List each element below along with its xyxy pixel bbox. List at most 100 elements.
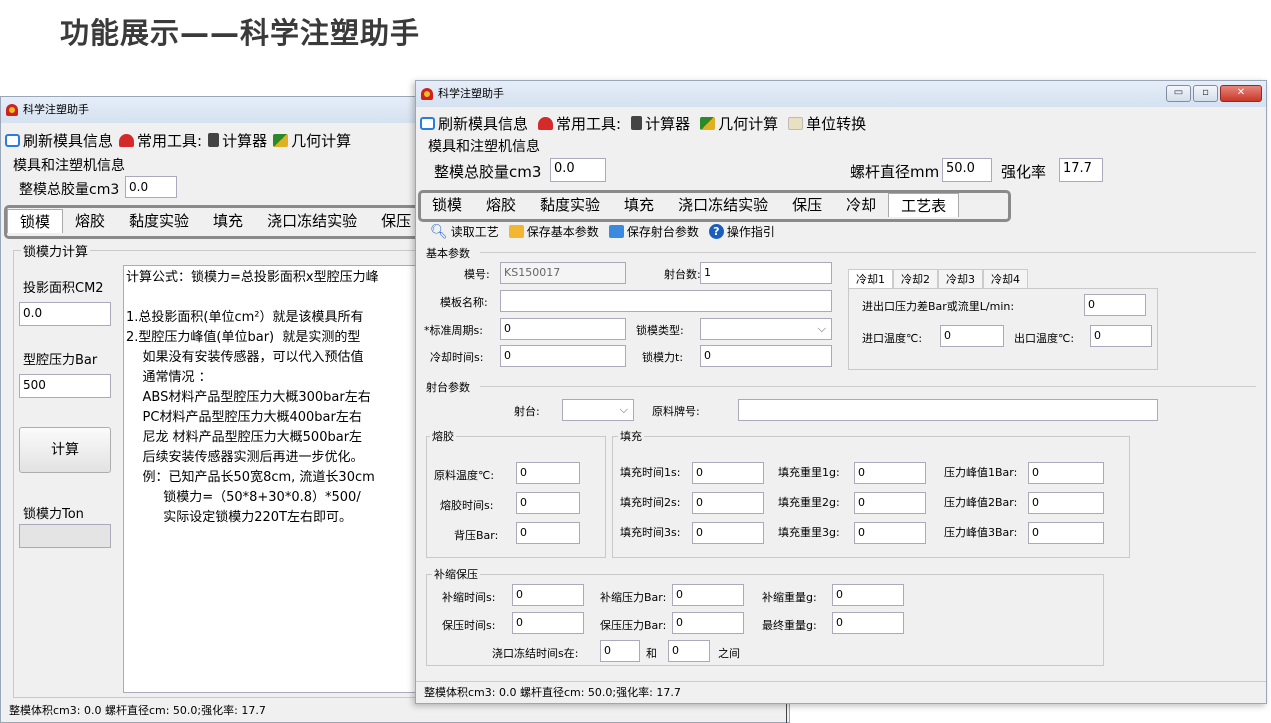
clamp-type-select[interactable] [700,318,832,340]
fill-time-input[interactable]: 0 [692,492,764,514]
fill-peak-input[interactable]: 0 [1028,522,1104,544]
formula-line: 实际设定锁模力220T左右即可。 [126,510,352,525]
folder-icon [508,225,524,238]
cooling-subtabs: 冷却1 冷却2 冷却3 冷却4 [848,269,1028,289]
out-temp-label: 出口温度℃: [1014,332,1075,345]
gate-between-label: 之间 [718,647,740,660]
cool-tab-2[interactable]: 冷却2 [893,269,938,289]
final-weight-input[interactable]: 0 [832,612,904,634]
cool-tab-1[interactable]: 冷却1 [848,269,893,289]
shots-input[interactable]: 1 [700,262,832,284]
fill-weight-input[interactable]: 0 [854,522,926,544]
refresh-menu[interactable]: 刷新模具信息 [420,113,528,134]
back-pressure-input[interactable]: 0 [516,522,580,544]
hold-time-input[interactable]: 0 [512,612,584,634]
fill-weight-input[interactable]: 0 [854,492,926,514]
shot-select[interactable] [562,399,634,421]
tool-icon [119,133,135,147]
calc-menu[interactable]: 计算器 [631,113,690,134]
guide-button[interactable]: ? 操作指引 [708,223,775,240]
formula-line: 后续安装传感器实测后再进一步优化。 [126,450,364,465]
melt-time-input[interactable]: 0 [516,492,580,514]
save-basic-button[interactable]: 保存基本参数 [508,223,599,240]
hold-title: 补缩保压 [432,566,480,582]
back-refresh-menu[interactable]: 刷新模具信息 [5,130,113,151]
back-tools-menu[interactable]: 常用工具: [119,130,202,151]
help-icon: ? [708,224,724,239]
front-window-title: 科学注塑助手 [438,87,504,100]
formula-line: 锁模力=（50*8+30*0.8）*500/ [126,490,361,505]
feed-time-input[interactable]: 0 [512,584,584,606]
formula-text: 计算公式：锁模力=总投影面积x型腔压力峰 1.总投影面积(单位cm²）就是该模具所… [123,265,419,693]
fill-peak-input[interactable]: 0 [1028,492,1104,514]
clamp-force-output [19,524,111,548]
material-input[interactable] [738,399,1158,421]
fill-time-input[interactable]: 0 [692,462,764,484]
clamp-force-label-front: 锁模力t: [642,351,684,364]
feed-pressure-input[interactable]: 0 [672,584,744,606]
out-temp-input[interactable]: 0 [1090,325,1152,347]
app-icon [6,104,18,116]
fill-time-label: 填充时间3s: [620,526,681,539]
back-calc-menu[interactable]: 计算器 [208,130,267,151]
read-process-button[interactable]: 🔍︎ 读取工艺 [430,223,499,240]
fill-time-input[interactable]: 0 [692,522,764,544]
gate-to-input[interactable]: 0 [668,640,710,662]
template-input[interactable] [500,290,832,312]
cool-time-input[interactable]: 0 [500,345,626,367]
tools-menu[interactable]: 常用工具: [538,113,621,134]
calc-button[interactable]: 计算 [19,427,111,473]
front-tabs-highlight [418,190,1011,222]
calculator-icon [208,133,220,147]
cool-tab-3[interactable]: 冷却3 [938,269,983,289]
cycle-input[interactable]: 0 [500,318,626,340]
formula-line: 例：已知产品长50宽8cm, 流道长30cm [126,470,375,485]
total-label: 整模总胶量cm3 [434,163,542,181]
front-menubar: 刷新模具信息 常用工具: 计算器 几何计算 单位转换 [420,110,1266,136]
formula-line: 通常情况 ： [126,370,212,385]
minimize-button[interactable]: ▭ [1166,85,1191,102]
back-geo-menu[interactable]: 几何计算 [273,130,351,151]
screw-input[interactable]: 50.0 [942,158,992,182]
clamp-force-input[interactable]: 0 [700,345,832,367]
in-temp-input[interactable]: 0 [940,325,1004,347]
app-icon [421,88,433,100]
close-button[interactable]: ✕ [1220,85,1262,102]
cavity-pressure-input[interactable]: 500 [19,374,111,398]
maximize-button[interactable]: ▫ [1193,85,1218,102]
shot-label: 射台: [514,405,540,418]
geometry-icon [700,116,716,130]
mold-no-label: 模号: [464,268,490,281]
total-input[interactable]: 0.0 [550,158,606,182]
melt-temp-input[interactable]: 0 [516,462,580,484]
fill-weight-input[interactable]: 0 [854,462,926,484]
back-total-input[interactable]: 0.0 [125,176,177,198]
save-shot-button[interactable]: 保存射台参数 [608,223,699,240]
calculator-icon [631,116,643,130]
hold-pressure-input[interactable]: 0 [672,612,744,634]
formula-line: 尼龙 材料产品型腔压力大概500bar左 [126,430,363,445]
cool-tab-4[interactable]: 冷却4 [983,269,1028,289]
tool-icon [538,116,554,130]
back-window-title: 科学注塑助手 [23,103,89,116]
edit-icon [608,225,624,238]
gate-from-input[interactable]: 0 [600,640,640,662]
feed-weight-input[interactable]: 0 [832,584,904,606]
clamp-force-label: 锁模力Ton [23,507,84,522]
proj-area-input[interactable]: 0.0 [19,302,111,326]
formula-line: 计算公式：锁模力=总投影面积x型腔压力峰 [126,270,379,285]
fill-weight-label: 填充重里3g: [778,526,840,539]
fill-weight-label: 填充重里1g: [778,466,840,479]
feed-pressure-label: 补缩压力Bar: [600,591,667,604]
geo-menu[interactable]: 几何计算 [700,113,778,134]
mold-no-input[interactable]: KS150017 [500,262,626,284]
fill-peak-input[interactable]: 0 [1028,462,1104,484]
geometry-icon [273,133,289,147]
basic-divider [480,252,1256,253]
front-toolbar: 🔍︎ 读取工艺 保存基本参数 保存射台参数 ? 操作指引 [430,223,775,240]
unit-menu[interactable]: 单位转换 [788,113,866,134]
window-edge-divider [786,704,787,723]
ratio-input[interactable]: 17.7 [1059,158,1103,182]
refresh-icon [420,116,435,130]
pressure-diff-input[interactable]: 0 [1084,294,1146,316]
